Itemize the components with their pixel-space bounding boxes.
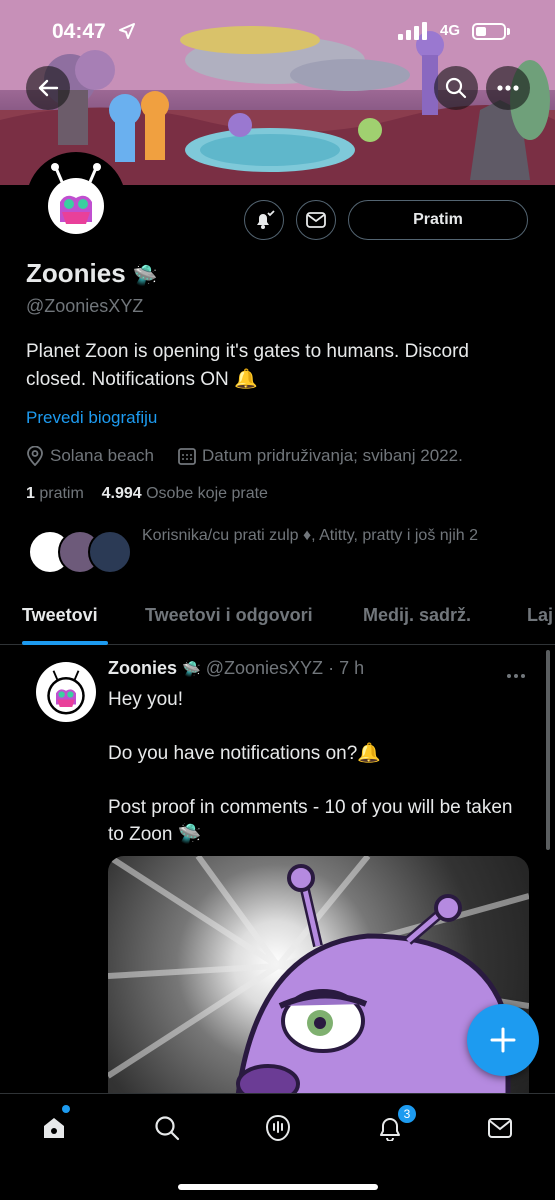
- home-icon: [44, 1118, 64, 1138]
- home-new-indicator: [62, 1105, 70, 1113]
- profile-bio: Planet Zoon is opening it's gates to hum…: [26, 341, 469, 390]
- avatar-image: [47, 670, 85, 715]
- status-time: 04:47: [52, 20, 106, 43]
- more-dots-icon: [507, 674, 525, 678]
- tab-tweets-replies[interactable]: Tweetovi i odgovori: [145, 605, 313, 626]
- tweet-author-name[interactable]: Zoonies: [108, 658, 177, 678]
- nav-search[interactable]: [147, 1108, 187, 1148]
- translate-bio-link[interactable]: Prevedi biografiju: [26, 408, 157, 428]
- back-arrow-icon: [38, 79, 59, 97]
- profile-joined: Datum pridruživanja; svibanj 2022.: [178, 446, 463, 466]
- tab-media[interactable]: Medij. sadrž.: [363, 605, 471, 626]
- follow-stats: 1 pratim 4.994 Osobe koje prate: [26, 485, 268, 503]
- tweet-text: Hey you! Do you have notifications on?🔔 …: [108, 686, 528, 875]
- following-link[interactable]: 1 pratim: [26, 485, 84, 502]
- envelope-icon: [306, 212, 326, 228]
- battery-icon: [472, 23, 506, 40]
- ufo-emoji: 🛸: [132, 265, 158, 287]
- tweet-author-avatar[interactable]: [36, 662, 96, 722]
- tweet-line: Do you have notifications on?🔔: [108, 743, 381, 764]
- avatar-image: [48, 163, 104, 234]
- tweet-line: Hey you!: [108, 689, 183, 710]
- followed-by-text[interactable]: Korisnika/cu prati zulp ♦, Atitty, pratt…: [142, 522, 542, 550]
- notifications-subscribe-button[interactable]: [244, 200, 284, 240]
- status-bar: 04:47 4G: [0, 0, 555, 60]
- following-count: 1: [26, 485, 35, 502]
- nav-spaces[interactable]: [258, 1108, 298, 1148]
- search-button[interactable]: [434, 66, 478, 110]
- location-arrow-icon: [119, 23, 135, 39]
- profile-avatar[interactable]: [26, 152, 126, 252]
- battery-tip: [507, 28, 510, 35]
- location-pin-icon: [27, 446, 43, 466]
- profile-location: Solana beach: [26, 446, 154, 466]
- joined-text: Datum pridruživanja; svibanj 2022.: [202, 446, 463, 465]
- envelope-icon: [488, 1118, 512, 1138]
- microphone-icon: [265, 1114, 291, 1142]
- tab-tweets[interactable]: Tweetovi: [22, 605, 98, 626]
- followers-count: 4.994: [101, 485, 142, 502]
- ufo-emoji: 🛸: [182, 661, 201, 678]
- more-options-button[interactable]: [486, 66, 530, 110]
- tweet-more-button[interactable]: [506, 666, 526, 684]
- back-button[interactable]: [26, 66, 70, 110]
- alien-illustration: [108, 856, 529, 1096]
- followers-label: Osobe koje prate: [146, 485, 268, 502]
- signal-icon: [398, 22, 427, 40]
- notifications-badge: 3: [397, 1104, 417, 1124]
- followed-by-avatars[interactable]: [28, 530, 138, 574]
- profile-name-text: Zoonies: [26, 258, 126, 288]
- tweet-header: Zoonies 🛸 @ZooniesXYZ · 7 h: [108, 658, 364, 679]
- nav-messages[interactable]: [480, 1108, 520, 1148]
- following-button[interactable]: Pratim: [348, 200, 528, 240]
- bell-check-icon: [257, 210, 275, 229]
- location-text: Solana beach: [50, 446, 154, 465]
- plus-icon: [490, 1027, 516, 1053]
- profile-handle: @ZooniesXYZ: [26, 296, 144, 316]
- more-dots-icon: [497, 85, 519, 91]
- scrollbar[interactable]: [546, 650, 550, 850]
- follower-avatar: [88, 530, 132, 574]
- network-type: 4G: [440, 22, 461, 39]
- tweet-time[interactable]: · 7 h: [328, 658, 364, 678]
- tab-likes[interactable]: Laj: [527, 605, 553, 626]
- tweet-line: Post proof in comments - 10 of you will …: [108, 797, 513, 845]
- profile-name: Zoonies 🛸: [26, 258, 158, 289]
- home-indicator[interactable]: [178, 1184, 378, 1190]
- profile-tabs: Tweetovi Tweetovi i odgovori Medij. sadr…: [0, 595, 555, 645]
- tweet-author-handle[interactable]: @ZooniesXYZ: [206, 658, 323, 678]
- active-tab-indicator: [22, 641, 108, 645]
- tweet-image[interactable]: [108, 856, 529, 1096]
- search-icon: [155, 1116, 180, 1141]
- compose-tweet-button[interactable]: [467, 1004, 539, 1076]
- search-icon: [445, 77, 467, 99]
- following-label: pratim: [39, 485, 84, 502]
- nav-home[interactable]: [34, 1108, 74, 1148]
- message-button[interactable]: [296, 200, 336, 240]
- followers-link[interactable]: 4.994 Osobe koje prate: [102, 485, 268, 502]
- calendar-icon: [178, 448, 196, 465]
